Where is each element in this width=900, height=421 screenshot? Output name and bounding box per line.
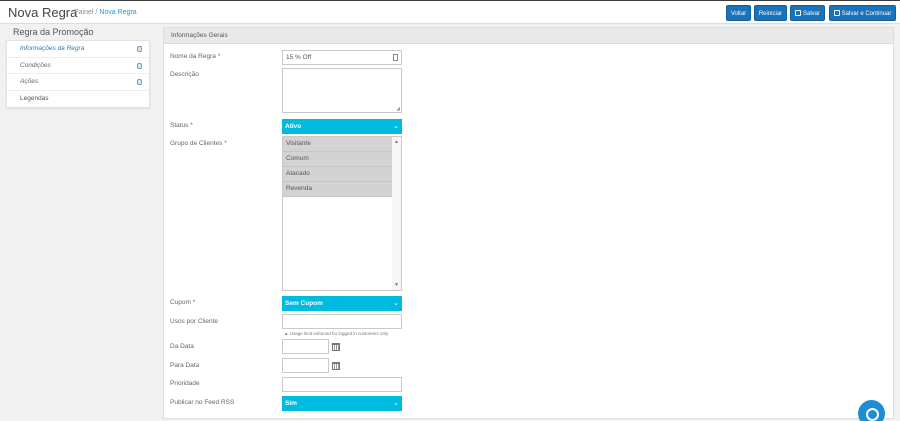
- save-icon: [794, 10, 801, 16]
- rule-form-panel: Informações Gerais Nome da Regra * 15 % …: [163, 27, 894, 419]
- coupon-value: Sem Cupom: [285, 300, 323, 307]
- rss-select[interactable]: Sim ⌄: [282, 396, 402, 411]
- sidebar-item-actions[interactable]: Ações: [7, 74, 149, 91]
- sidebar-item-label: Informações da Regra: [20, 45, 85, 52]
- scroll-up-icon[interactable]: ▲: [394, 139, 399, 145]
- save-button-label: Salvar: [802, 11, 820, 17]
- coupon-label: Cupom *: [170, 299, 196, 306]
- save-continue-button[interactable]: Salvar e Continuar: [829, 5, 896, 21]
- sidebar-item-labels[interactable]: Legendas: [7, 91, 149, 108]
- from-date-label: Da Data: [170, 343, 194, 350]
- priority-input[interactable]: [282, 377, 402, 392]
- priority-label: Prioridade: [170, 380, 200, 387]
- description-textarea[interactable]: ◢: [282, 68, 402, 113]
- to-date-input[interactable]: [282, 358, 329, 373]
- status-select[interactable]: Ativo ⌄: [282, 119, 402, 134]
- save-button[interactable]: Salvar: [790, 5, 825, 21]
- coupon-select[interactable]: Sem Cupom ⌄: [282, 296, 402, 311]
- scrollbar[interactable]: ▲ ▼: [392, 137, 401, 290]
- customer-group-option[interactable]: Visitante: [283, 137, 392, 152]
- uses-per-customer-hint: ▲ Usage limit enforced for logged in cus…: [284, 331, 389, 336]
- chat-launcher-icon[interactable]: [858, 400, 885, 421]
- rule-name-value: 15 % Off: [286, 54, 312, 61]
- back-button-label: Voltar: [730, 11, 747, 17]
- chevron-down-icon: ⌄: [393, 300, 399, 307]
- sidebar-item-label: Legendas: [20, 94, 49, 102]
- sidebar-menu: Informações da Regra Condições Ações Leg…: [6, 40, 150, 108]
- breadcrumb-separator: /: [95, 9, 98, 16]
- reset-button-label: Reiniciar: [758, 11, 783, 17]
- sidebar-item-conditions[interactable]: Condições: [7, 58, 149, 74]
- sidebar: Regra da Promoção Informações da Regra C…: [6, 26, 150, 108]
- calendar-icon[interactable]: [332, 362, 340, 370]
- customer-group-option[interactable]: Atacado: [283, 167, 392, 182]
- customer-group-option[interactable]: Comum: [283, 152, 392, 167]
- status-label: Status *: [170, 122, 193, 129]
- calculator-icon: [393, 54, 398, 61]
- status-value: Ativo: [285, 123, 302, 130]
- rule-name-label: Nome da Regra *: [170, 53, 221, 60]
- section-title: Informações Gerais: [164, 28, 893, 44]
- scroll-down-icon[interactable]: ▼: [394, 282, 399, 288]
- resize-handle-icon[interactable]: ◢: [396, 106, 400, 112]
- sidebar-item-label: Condições: [20, 61, 51, 69]
- breadcrumb-current: Nova Regra: [99, 9, 137, 16]
- sidebar-title: Regra da Promoção: [13, 27, 94, 37]
- save-icon: [833, 10, 840, 16]
- rss-label: Publicar no Feed RSS: [170, 399, 235, 406]
- rss-value: Sim: [285, 400, 297, 407]
- reset-button[interactable]: Reiniciar: [754, 5, 787, 21]
- rule-name-input[interactable]: 15 % Off: [282, 50, 402, 65]
- page-header: Nova Regra Painel / Nova Regra Voltar Re…: [0, 0, 900, 24]
- chevron-down-icon: ⌄: [393, 123, 399, 130]
- back-button[interactable]: Voltar: [726, 5, 751, 21]
- sidebar-item-rule-info[interactable]: Informações da Regra: [7, 41, 149, 58]
- to-date-label: Para Data: [170, 362, 200, 369]
- page-title: Nova Regra: [8, 5, 78, 20]
- calendar-icon[interactable]: [332, 343, 340, 351]
- chevron-down-icon: ⌄: [393, 400, 399, 407]
- sidebar-item-label: Ações: [20, 78, 39, 85]
- uses-per-customer-label: Usos por Cliente: [170, 318, 219, 325]
- description-label: Descrição: [170, 71, 199, 78]
- uses-per-customer-input[interactable]: [282, 314, 402, 329]
- breadcrumb-root[interactable]: Painel: [74, 9, 93, 16]
- save-continue-button-label: Salvar e Continuar: [841, 11, 892, 17]
- database-icon: [137, 62, 142, 69]
- from-date-input[interactable]: [282, 339, 329, 354]
- customer-group-option[interactable]: Revenda: [283, 182, 392, 197]
- database-icon: [137, 46, 142, 52]
- breadcrumb: Painel / Nova Regra: [74, 9, 137, 16]
- customer-groups-multiselect[interactable]: Visitante Comum Atacado Revenda ▲ ▼: [282, 136, 402, 291]
- database-icon: [137, 79, 142, 85]
- customer-groups-label: Grupo de Clientes *: [170, 140, 227, 147]
